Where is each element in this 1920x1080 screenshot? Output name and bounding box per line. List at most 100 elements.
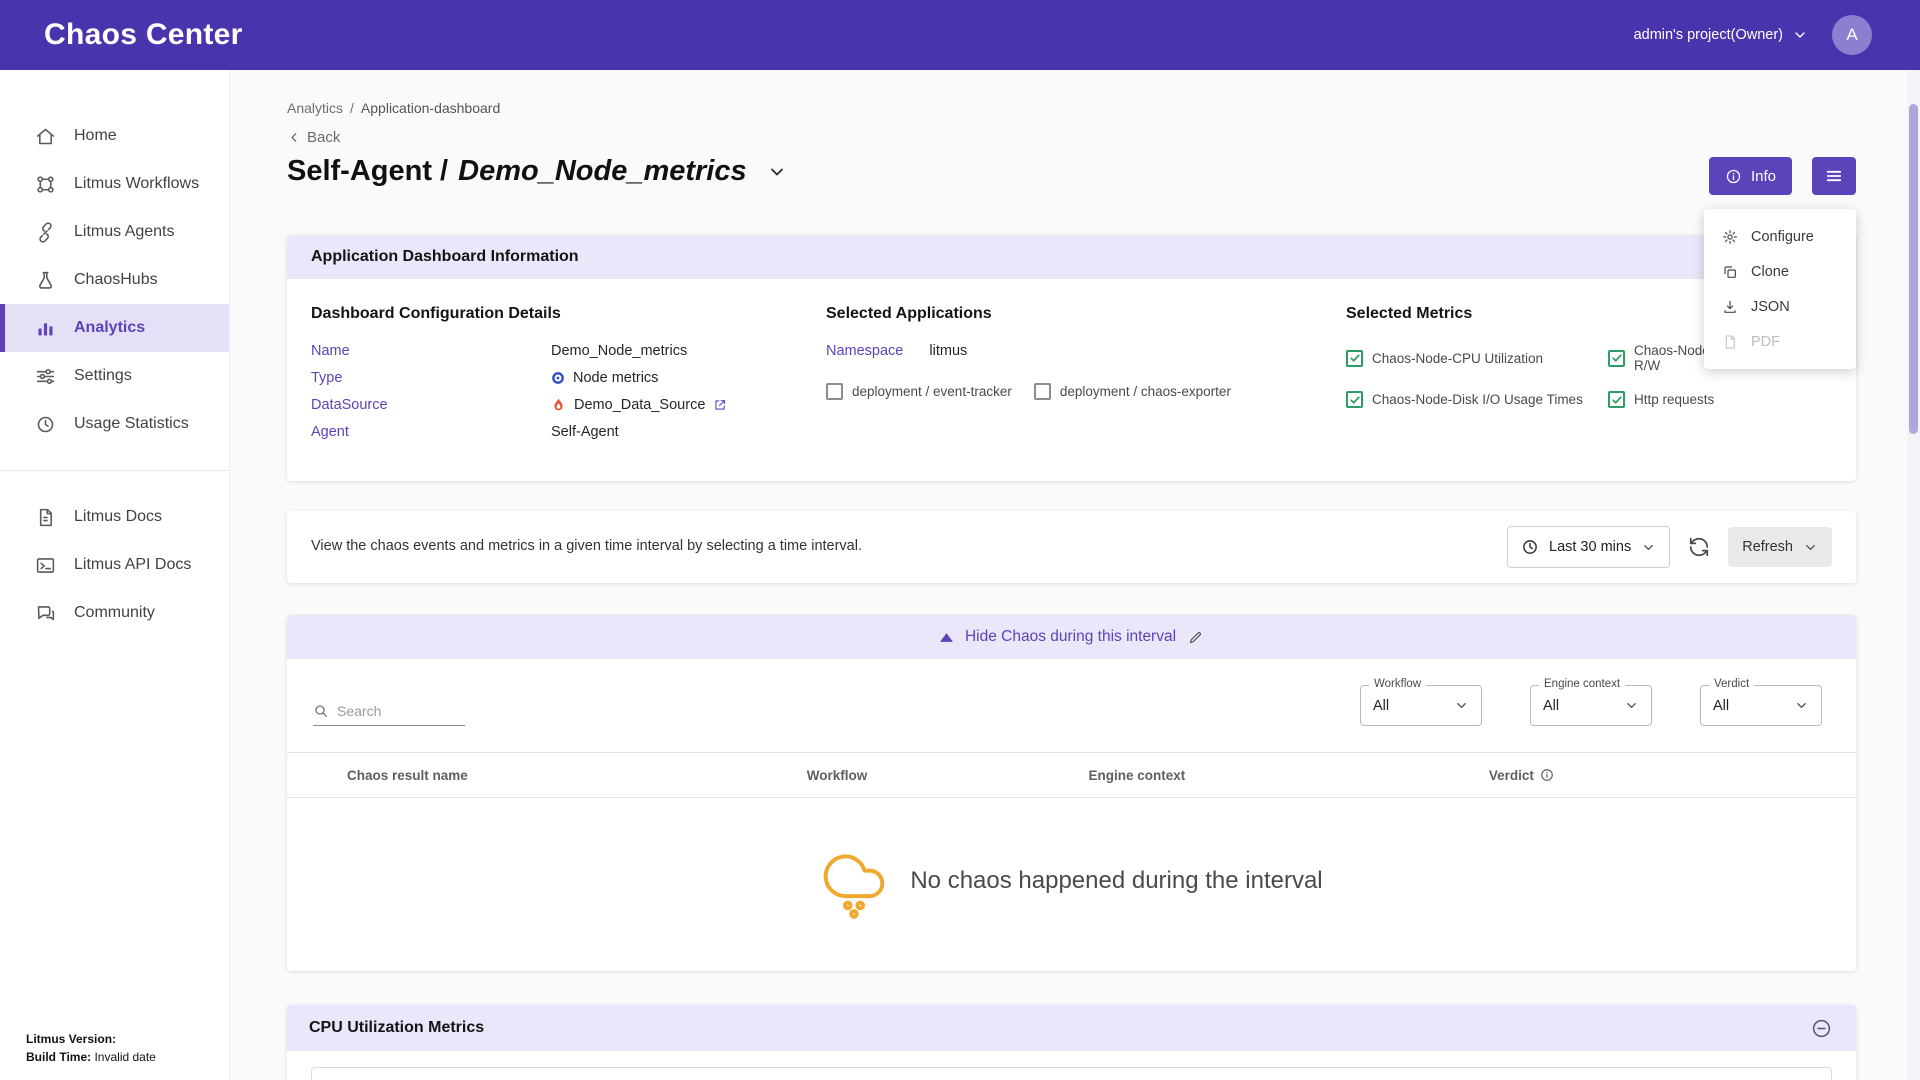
metric-checkbox-cpu-utilization[interactable]: Chaos-Node-CPU Utilization	[1346, 343, 1586, 373]
sidebar-item-label: Home	[74, 127, 117, 145]
vertical-scrollbar[interactable]	[1907, 70, 1920, 1080]
dashboard-switcher-chevron[interactable]	[763, 158, 791, 186]
verdict-filter: Verdict All	[1700, 685, 1822, 726]
header-right: admin's project(Owner) A	[1634, 15, 1872, 55]
sidebar-item-litmus-agents[interactable]: Litmus Agents	[0, 208, 229, 256]
application-checkbox-chaos-exporter[interactable]: deployment / chaos-exporter	[1034, 383, 1231, 400]
document-icon	[35, 507, 56, 528]
info-icon	[1725, 168, 1742, 185]
gear-icon	[1722, 229, 1738, 245]
checkbox-checked[interactable]	[1608, 391, 1625, 408]
chevron-down-icon	[1794, 698, 1809, 713]
workflow-filter-select[interactable]: All	[1360, 685, 1482, 726]
search-icon	[313, 703, 329, 719]
external-link-icon[interactable]	[713, 398, 727, 412]
sidebar-item-community[interactable]: Community	[0, 589, 229, 637]
sidebar-item-home[interactable]: Home	[0, 112, 229, 160]
metric-checkbox-http-requests[interactable]: Http requests	[1608, 391, 1832, 408]
top-header: Chaos Center admin's project(Owner) A	[0, 0, 1920, 70]
verdict-filter-value: All	[1713, 698, 1729, 714]
breadcrumb-separator: /	[350, 100, 354, 116]
menu-item-clone[interactable]: Clone	[1704, 254, 1856, 289]
datasource-value: Demo_Data_Source	[574, 397, 705, 413]
menu-button[interactable]	[1812, 157, 1856, 195]
flask-icon	[35, 270, 56, 291]
search-input[interactable]	[337, 703, 449, 719]
refresh-icon-button[interactable]	[1683, 531, 1715, 563]
refresh-button[interactable]: Refresh	[1728, 527, 1832, 567]
checkbox-label: deployment / event-tracker	[852, 384, 1012, 399]
chevron-down-icon	[1641, 540, 1656, 555]
selected-applications: Selected Applications Namespace litmus d…	[826, 305, 1346, 451]
avatar[interactable]: A	[1832, 15, 1872, 55]
back-button[interactable]: Back	[287, 129, 340, 146]
menu-item-pdf[interactable]: PDF	[1704, 324, 1856, 359]
sidebar-item-label: ChaosHubs	[74, 271, 158, 289]
project-selector[interactable]: admin's project(Owner)	[1634, 27, 1808, 43]
metric-checkbox-disk-io-times[interactable]: Chaos-Node-Disk I/O Usage Times	[1346, 391, 1586, 408]
sidebar-nav: Home Litmus Workflows Litmus Agents Chao…	[0, 112, 229, 637]
scrollbar-thumb[interactable]	[1909, 104, 1918, 434]
verdict-filter-select[interactable]: All	[1700, 685, 1822, 726]
checkbox-unchecked[interactable]	[826, 383, 843, 400]
application-checkbox-event-tracker[interactable]: deployment / event-tracker	[826, 383, 1012, 400]
prometheus-flame-icon	[551, 397, 566, 413]
sidebar-item-label: Settings	[74, 367, 132, 385]
type-value: Node metrics	[573, 370, 658, 386]
page-title: Self-Agent / Demo_Node_metrics	[287, 155, 747, 188]
chaos-table-card: Hide Chaos during this interval Workflow…	[287, 615, 1856, 971]
chevron-down-icon	[1454, 698, 1469, 713]
engine-context-filter: Engine context All	[1530, 685, 1652, 726]
sidebar-item-litmus-docs[interactable]: Litmus Docs	[0, 493, 229, 541]
chaos-header-label: Hide Chaos during this interval	[965, 628, 1176, 646]
sidebar-item-settings[interactable]: Settings	[0, 352, 229, 400]
workflow-filter-value: All	[1373, 698, 1389, 714]
breadcrumb-current-page: Application-dashboard	[361, 100, 500, 116]
checkbox-checked[interactable]	[1608, 350, 1625, 367]
build-time-label: Build Time:	[26, 1050, 91, 1064]
chaos-collapse-header[interactable]: Hide Chaos during this interval	[287, 615, 1856, 659]
menu-item-json[interactable]: JSON	[1704, 289, 1856, 324]
column-engine-context: Engine context	[1088, 768, 1488, 783]
sidebar-item-label: Litmus Workflows	[74, 175, 199, 193]
pencil-icon[interactable]	[1188, 630, 1203, 645]
applications-heading: Selected Applications	[826, 305, 1346, 323]
checkbox-checked[interactable]	[1346, 350, 1363, 367]
checkbox-label: deployment / chaos-exporter	[1060, 384, 1231, 399]
menu-item-label: Clone	[1751, 264, 1789, 280]
cpu-metrics-title: CPU Utilization Metrics	[309, 1019, 484, 1037]
litmus-version-label: Litmus Version:	[26, 1032, 116, 1046]
agent-value: Self-Agent	[551, 424, 619, 440]
checkbox-checked[interactable]	[1346, 391, 1363, 408]
title-actions: Info Configure Clone JSON	[1709, 157, 1856, 195]
sidebar-item-litmus-api-docs[interactable]: Litmus API Docs	[0, 541, 229, 589]
breadcrumb-analytics[interactable]: Analytics	[287, 100, 343, 116]
menu-item-label: PDF	[1751, 334, 1780, 350]
sidebar-item-litmus-workflows[interactable]: Litmus Workflows	[0, 160, 229, 208]
info-circle-icon[interactable]	[1540, 768, 1554, 782]
name-label: Name	[311, 343, 551, 359]
sidebar-item-label: Community	[74, 604, 155, 622]
link-icon	[35, 222, 56, 243]
chevron-down-icon	[1792, 27, 1808, 43]
menu-item-configure[interactable]: Configure	[1704, 219, 1856, 254]
hamburger-icon	[1824, 166, 1844, 186]
refresh-button-label: Refresh	[1742, 539, 1793, 555]
checkbox-unchecked[interactable]	[1034, 383, 1051, 400]
workflows-icon	[35, 174, 56, 195]
time-range-select[interactable]: Last 30 mins	[1507, 526, 1670, 568]
sidebar-item-analytics[interactable]: Analytics	[0, 304, 229, 352]
chevron-up-icon	[940, 631, 953, 644]
sidebar-divider	[0, 470, 229, 471]
sidebar-item-chaoshubs[interactable]: ChaosHubs	[0, 256, 229, 304]
version-info: Litmus Version: Build Time: Invalid date	[26, 1030, 156, 1066]
column-chaos-result-name: Chaos result name	[347, 768, 807, 783]
collapse-section-button[interactable]	[1809, 1016, 1834, 1041]
engine-context-filter-select[interactable]: All	[1530, 685, 1652, 726]
bar-chart-icon	[35, 318, 56, 339]
info-button[interactable]: Info	[1709, 157, 1792, 195]
menu-item-label: Configure	[1751, 229, 1814, 245]
sidebar-item-usage-statistics[interactable]: Usage Statistics	[0, 400, 229, 448]
search-field[interactable]	[313, 703, 465, 726]
minus-circle-icon	[1811, 1018, 1832, 1039]
